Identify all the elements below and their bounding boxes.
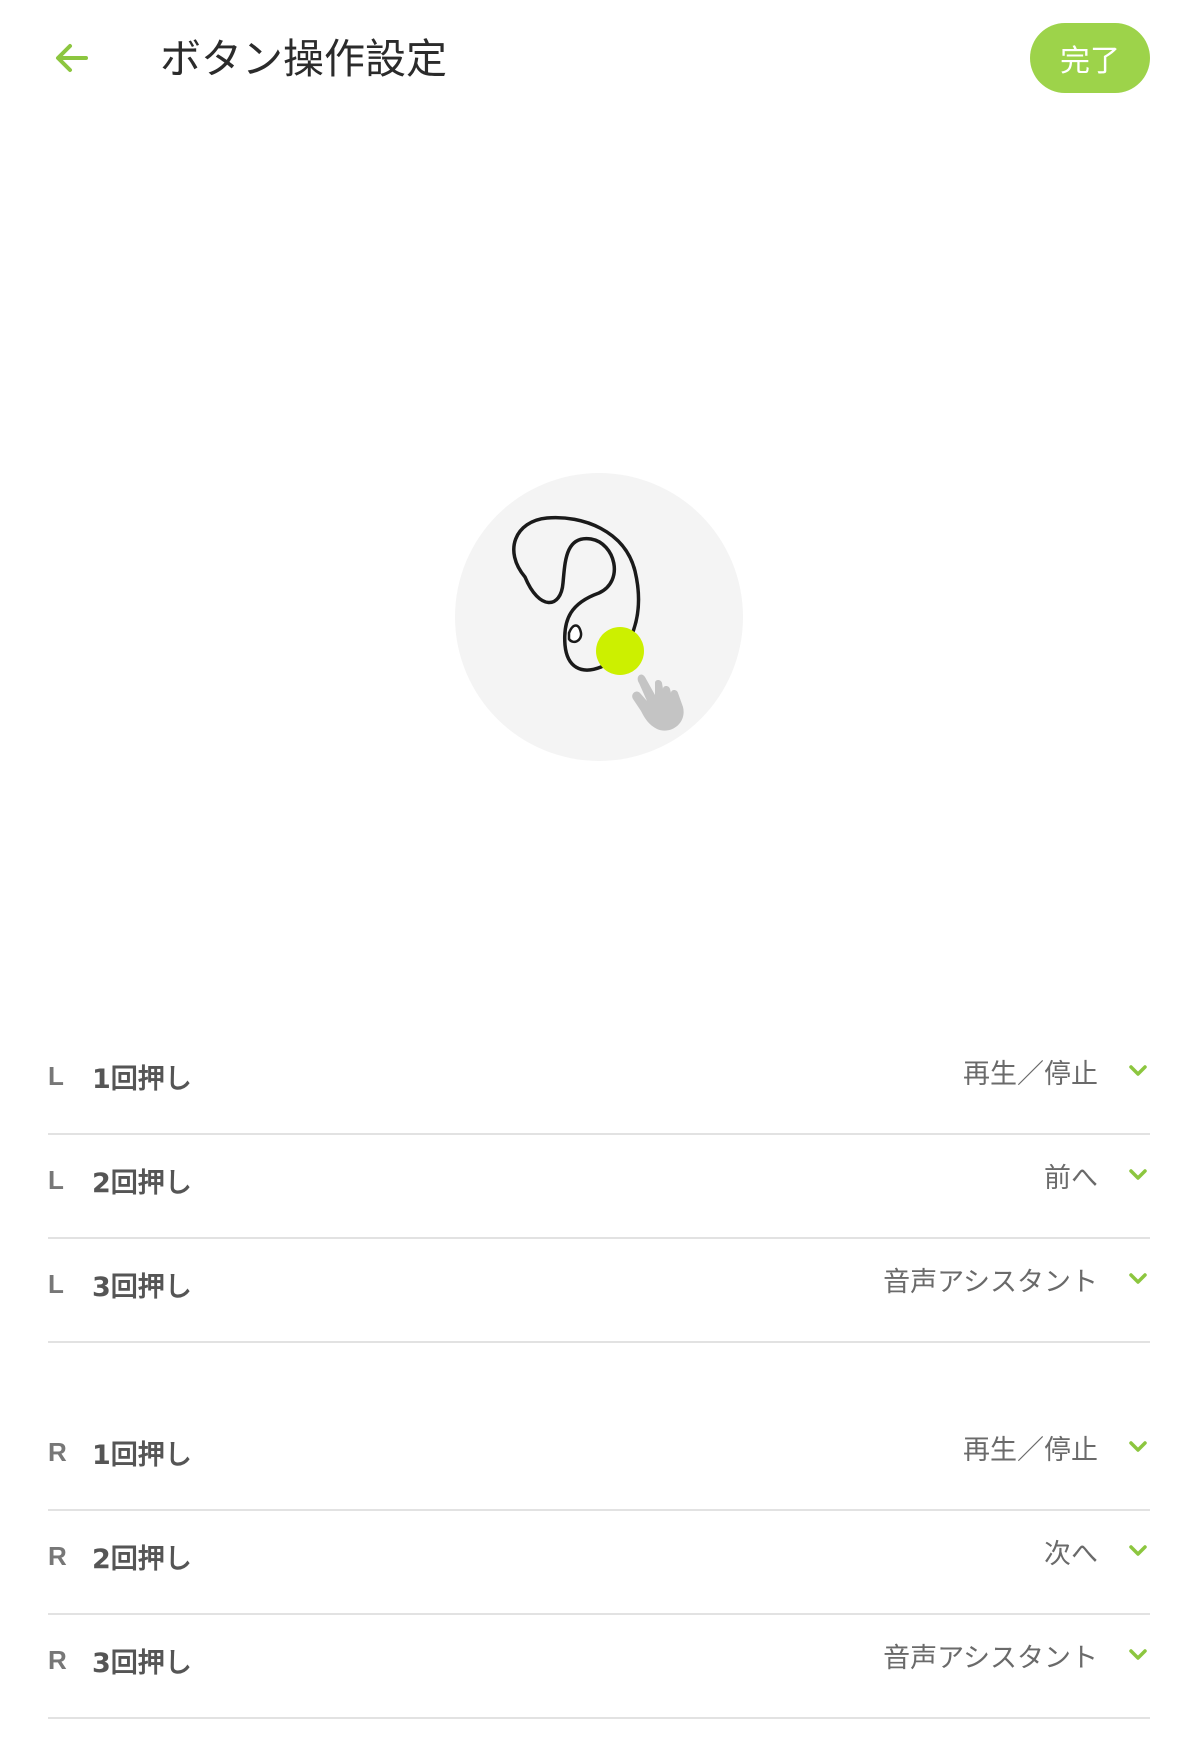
- chevron-down-icon[interactable]: [1126, 1227, 1150, 1331]
- action-value: 音声アシスタント: [883, 1266, 1098, 1298]
- arrow-left-icon: [56, 44, 88, 72]
- app-header: ボタン操作設定 完了: [0, 0, 1200, 120]
- left-earbud-settings: L 1回押し 再生／停止 L 2回押し 前へ L 3回押し 音声アシスタント: [48, 1031, 1150, 1343]
- action-value: 再生／停止: [963, 1434, 1098, 1466]
- setting-row-r-2[interactable]: R 2回押し 次へ: [48, 1511, 1150, 1615]
- action-value: 再生／停止: [963, 1058, 1098, 1090]
- press-count-label: 1回押し: [92, 1439, 192, 1471]
- chevron-down-icon[interactable]: [1126, 1603, 1150, 1707]
- press-count-label: 1回押し: [92, 1063, 192, 1095]
- press-count-label: 3回押し: [92, 1647, 192, 1679]
- press-count-label: 2回押し: [92, 1167, 192, 1199]
- chevron-down-icon[interactable]: [1126, 1123, 1150, 1227]
- back-button[interactable]: [40, 26, 104, 90]
- setting-row-r-1[interactable]: R 1回押し 再生／停止: [48, 1407, 1150, 1511]
- tap-hand-icon: [632, 674, 684, 731]
- page-title: ボタン操作設定: [160, 35, 447, 83]
- setting-row-r-3[interactable]: R 3回押し 音声アシスタント: [48, 1615, 1150, 1719]
- action-value: 音声アシスタント: [883, 1642, 1098, 1674]
- setting-row-l-1[interactable]: L 1回押し 再生／停止: [48, 1031, 1150, 1135]
- right-earbud-settings: R 1回押し 再生／停止 R 2回押し 次へ R 3回押し 音声アシスタント: [48, 1407, 1150, 1719]
- chevron-down-icon[interactable]: [1126, 1499, 1150, 1603]
- side-label: L: [48, 1268, 64, 1299]
- earbud-tip: [567, 624, 583, 644]
- action-value: 次へ: [1044, 1538, 1098, 1570]
- action-value: 前へ: [1044, 1162, 1098, 1194]
- chevron-down-icon[interactable]: [1126, 1019, 1150, 1123]
- press-count-label: 2回押し: [92, 1543, 192, 1575]
- press-count-label: 3回押し: [92, 1271, 192, 1303]
- chevron-down-icon[interactable]: [1126, 1395, 1150, 1499]
- setting-row-l-2[interactable]: L 2回押し 前へ: [48, 1135, 1150, 1239]
- side-label: R: [48, 1436, 67, 1467]
- side-label: L: [48, 1164, 64, 1195]
- side-label: R: [48, 1540, 67, 1571]
- earbud-illustration: [455, 473, 743, 761]
- setting-row-l-3[interactable]: L 3回押し 音声アシスタント: [48, 1239, 1150, 1343]
- side-label: L: [48, 1060, 64, 1091]
- button-highlight-dot: [596, 627, 644, 675]
- side-label: R: [48, 1644, 67, 1675]
- done-button[interactable]: 完了: [1030, 23, 1150, 93]
